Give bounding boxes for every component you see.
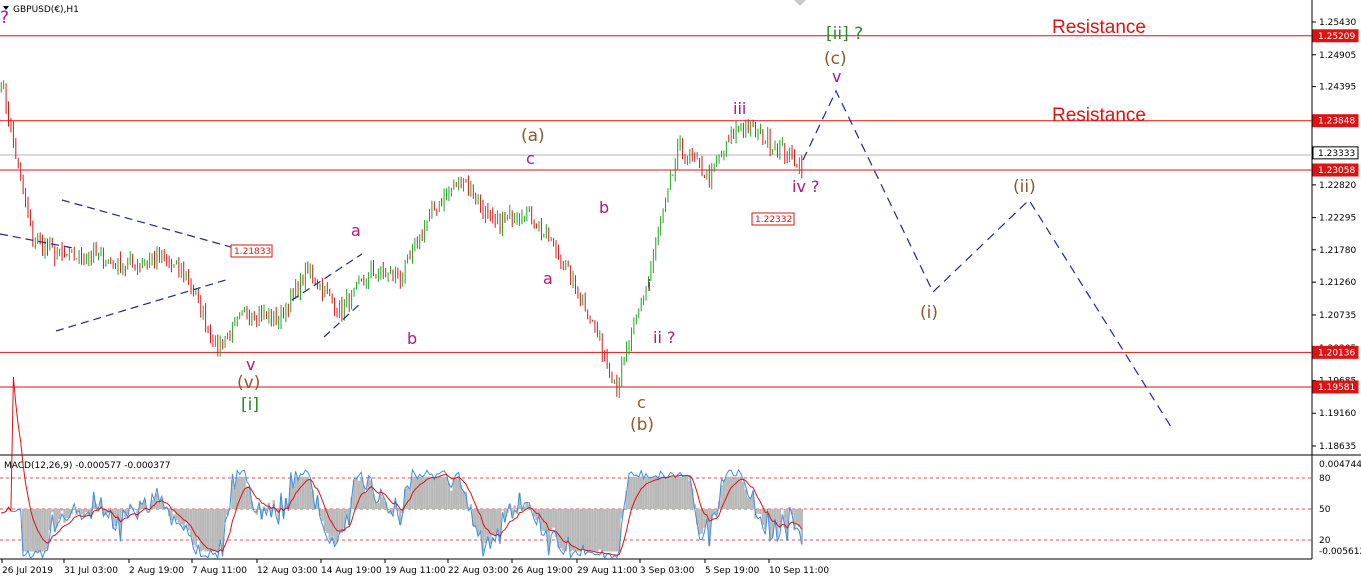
price-marker-21833: 1.21833	[230, 244, 273, 258]
wave-a-purple-low: a	[543, 269, 553, 288]
macd-axis: 0.004744 80 50 20-0.005612	[1319, 460, 1361, 557]
price-tick-label: 1.21260	[1319, 278, 1356, 288]
price-tick-label: 1.25430	[1319, 18, 1356, 28]
wave-iii: iii	[733, 99, 746, 118]
macd-tick-label: 80	[1319, 474, 1331, 484]
wave-ii-projection: (ii)	[1013, 177, 1036, 197]
price-tick-label: 1.22820	[1319, 181, 1356, 191]
wave-v-brown: (v)	[237, 373, 260, 393]
time-tick-label: 10 Sep 11:00	[769, 566, 829, 576]
macd-tick-label: 20	[1319, 536, 1331, 546]
wave-b-purple: b	[599, 198, 609, 217]
price-tick-label: 1.22295	[1319, 214, 1356, 224]
wave-b-purple-left: b	[407, 329, 417, 348]
time-tick-label: 5 Sep 19:00	[705, 566, 760, 576]
time-tick-label: 22 Aug 03:00	[448, 566, 509, 576]
wave-v-low: v	[246, 355, 255, 374]
wave-b-brown: (b)	[630, 415, 654, 435]
wave-ii-small: ii ?	[653, 328, 675, 347]
price-level-text: 1.19581	[1318, 383, 1355, 393]
wave-c-brown-top: (c)	[824, 49, 847, 69]
wave-a-purple-left: a	[351, 221, 361, 240]
time-tick-label: 2 Aug 19:00	[129, 566, 184, 576]
time-axis: 26 Jul 2019 31 Jul 03:00 2 Aug 19:00 7 Aug …	[1, 559, 829, 576]
price-tick-label: 1.19160	[1319, 409, 1356, 419]
wave-c-bottom: c	[637, 393, 646, 412]
wave-ii-top: [ii] ?	[826, 24, 863, 44]
resistance-label-upper: Resistance	[1052, 17, 1146, 38]
time-tick-label: 31 Jul 03:00	[64, 566, 118, 576]
wave-v-top: v	[832, 67, 841, 86]
time-tick-label: 29 Aug 11:00	[577, 566, 638, 576]
price-tick-label: 1.20735	[1319, 311, 1356, 321]
time-tick-label: 19 Aug 11:00	[385, 566, 446, 576]
time-tick-label: 14 Aug 19:00	[321, 566, 382, 576]
wave-iv: iv ?	[792, 177, 820, 196]
price-tick-label: 1.18635	[1319, 442, 1356, 452]
price-level-text: 1.25209	[1318, 32, 1355, 42]
macd-tick-label: 0.004744	[1319, 460, 1361, 470]
wave-i-projection: (i)	[920, 303, 938, 323]
macd-label: MACD(12,26,9) -0.000577 -0.000377	[4, 461, 170, 471]
wave-c-small: c	[526, 149, 535, 168]
macd-tick-label: -0.005612	[1319, 547, 1361, 557]
time-tick-label: 3 Sep 03:00	[640, 566, 695, 576]
price-marker-text: 1.22332	[755, 215, 792, 225]
wave-i-small: i	[647, 276, 651, 295]
price-tick-label: 1.21780	[1319, 246, 1356, 256]
wave-question-top-left: ?	[0, 8, 9, 28]
price-marker-22332: 1.22332	[751, 212, 795, 226]
price-tick-label: 1.24395	[1319, 83, 1356, 93]
chart-canvas: GBPUSD(€),H1 1.21833 1.22332 Resistance …	[0, 0, 1361, 576]
wave-i-green: [i]	[241, 395, 259, 415]
time-tick-label: 26 Aug 19:00	[512, 566, 573, 576]
price-level-text: 1.23848	[1318, 117, 1355, 127]
price-marker-text: 1.21833	[234, 247, 271, 257]
wave-a-brown: (a)	[521, 126, 545, 146]
macd-tick-label: 50	[1319, 505, 1331, 515]
time-tick-label: 7 Aug 11:00	[192, 566, 247, 576]
price-level-text: 1.23058	[1318, 166, 1355, 176]
symbol-label: GBPUSD(€),H1	[13, 5, 79, 15]
resistance-label-lower: Resistance	[1052, 105, 1146, 126]
time-tick-label: 26 Jul 2019	[2, 566, 53, 576]
price-tick-label: 1.24905	[1319, 51, 1356, 61]
time-tick-label: 12 Aug 03:00	[257, 566, 318, 576]
price-level-text: 1.20136	[1318, 348, 1355, 358]
price-level-text: 1.23333	[1318, 149, 1355, 159]
